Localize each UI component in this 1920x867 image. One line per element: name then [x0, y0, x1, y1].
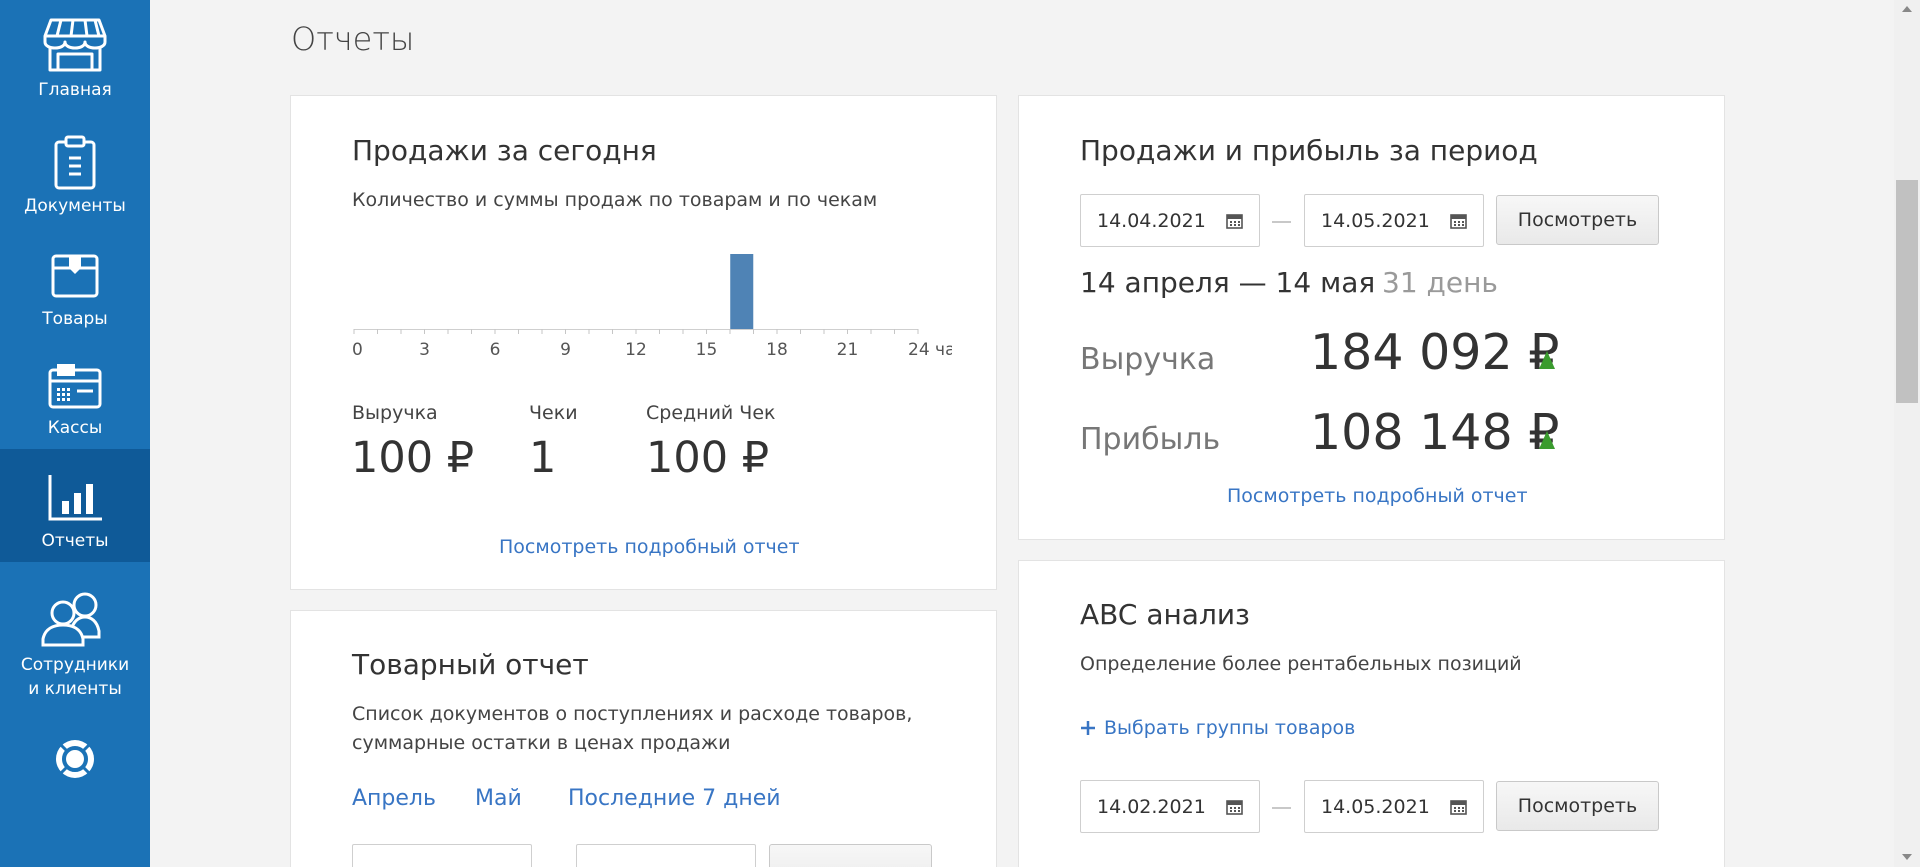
card-title: Товарный отчет	[352, 648, 589, 681]
product-date-to-input[interactable]	[576, 844, 756, 867]
metric-label-receipts: Чеки	[529, 402, 578, 424]
period-link-april[interactable]: Апрель	[352, 786, 436, 811]
chart-x-tick-label: 0	[352, 340, 363, 360]
abc-date-from-input[interactable]: 14.02.2021	[1080, 780, 1260, 833]
period-date-to-input[interactable]: 14.05.2021	[1304, 194, 1484, 247]
revenue-value: 184 092 ₽	[1310, 324, 1560, 381]
metric-value-receipts: 1	[529, 433, 557, 483]
calendar-icon[interactable]	[1226, 798, 1243, 815]
metric-label-revenue: Выручка	[352, 402, 438, 424]
sales-today-details-link[interactable]: Посмотреть подробный отчет	[499, 536, 800, 558]
sidebar-item-reports[interactable]: Отчеты	[0, 449, 150, 562]
vertical-scrollbar[interactable]	[1894, 0, 1920, 867]
sidebar-item-documents[interactable]: Документы	[0, 110, 150, 223]
metric-label-average-receipt: Средний Чек	[646, 402, 776, 424]
revenue-label: Выручка	[1080, 342, 1216, 377]
date-value: 14.02.2021	[1097, 795, 1206, 818]
period-link-may[interactable]: Май	[475, 786, 522, 811]
page-title: Отчеты	[291, 20, 415, 58]
sidebar-item-cash-registers[interactable]: Кассы	[0, 336, 150, 449]
scroll-up-arrow-icon[interactable]	[1900, 4, 1914, 14]
date-range-separator	[1272, 807, 1291, 809]
clipboard-icon	[54, 135, 96, 190]
metric-value-average-receipt: 100 ₽	[646, 433, 770, 483]
help-button[interactable]	[0, 738, 150, 788]
sidebar-item-home[interactable]: Главная	[0, 0, 150, 110]
chart-x-tick-label: 3	[419, 340, 430, 360]
chart-bar	[730, 254, 754, 329]
abc-view-button[interactable]: Посмотреть	[1496, 781, 1659, 831]
sidebar-item-employees-clients[interactable]: Сотрудники и клиенты	[0, 585, 150, 715]
scrollbar-thumb[interactable]	[1896, 180, 1918, 403]
select-product-groups-link[interactable]: Выбрать группы товаров	[1080, 717, 1355, 739]
sidebar-item-label: Главная	[38, 80, 112, 100]
card-description-line-1: Список документов о поступлениях и расхо…	[352, 703, 913, 725]
calendar-icon[interactable]	[1450, 212, 1467, 229]
sidebar-item-products[interactable]: Товары	[0, 223, 150, 336]
period-link-last-7-days[interactable]: Последние 7 дней	[568, 786, 781, 811]
profit-value: 108 148 ₽	[1310, 404, 1560, 461]
calendar-icon[interactable]	[1226, 212, 1243, 229]
plus-icon	[1081, 721, 1095, 735]
box-icon	[51, 254, 99, 298]
sidebar-item-label: Товары	[42, 309, 108, 329]
chart-x-tick-label: 18	[766, 340, 788, 360]
select-product-groups-label: Выбрать группы товаров	[1104, 717, 1356, 739]
card-description: Определение более рентабельных позиций	[1080, 653, 1522, 675]
trend-up-icon	[1539, 431, 1555, 449]
date-range-separator	[1272, 221, 1291, 223]
period-view-button[interactable]: Посмотреть	[1496, 195, 1659, 245]
product-date-from-input[interactable]	[352, 844, 532, 867]
trend-up-icon	[1539, 351, 1555, 369]
abc-analysis-card: ABC анализ Определение более рентабельны…	[1018, 560, 1725, 867]
date-value: 14.05.2021	[1321, 795, 1430, 818]
card-title: Продажи и прибыль за период	[1080, 134, 1538, 167]
chart-x-tick-label: 6	[490, 340, 501, 360]
card-description-line-2: суммарные остатки в ценах продажи	[352, 732, 731, 754]
date-value: 14.04.2021	[1097, 209, 1206, 232]
cash-register-icon	[48, 364, 102, 409]
metric-value-revenue: 100 ₽	[351, 433, 475, 483]
help-icon	[56, 740, 94, 778]
card-description: Количество и суммы продаж по товарам и п…	[352, 189, 878, 211]
chart-x-tick-label: 12	[625, 340, 647, 360]
period-days-count: 31 день	[1382, 266, 1498, 299]
calendar-icon[interactable]	[1450, 798, 1467, 815]
sidebar-item-label: Кассы	[47, 418, 103, 438]
product-report-card: Товарный отчет Список документов о посту…	[290, 610, 997, 867]
scroll-down-arrow-icon[interactable]	[1900, 852, 1914, 862]
sidebar-item-label: Документы	[24, 196, 126, 216]
bar-chart-icon	[48, 475, 102, 521]
store-icon	[43, 18, 107, 72]
date-value: 14.05.2021	[1321, 209, 1430, 232]
sidebar: Главная Документы Товары Кассы Отчеты Со…	[0, 0, 150, 867]
period-date-from-input[interactable]: 14.04.2021	[1080, 194, 1260, 247]
card-title: ABC анализ	[1080, 598, 1250, 631]
sidebar-item-label: Сотрудники и клиенты	[20, 655, 130, 699]
period-report-card: Продажи и прибыль за период 14.04.2021 1…	[1018, 95, 1725, 540]
period-details-link[interactable]: Посмотреть подробный отчет	[1227, 485, 1528, 507]
period-range-text: 14 апреля — 14 мая	[1080, 266, 1376, 299]
abc-date-to-input[interactable]: 14.05.2021	[1304, 780, 1484, 833]
chart-x-tick-label: 9	[560, 340, 571, 360]
chart-x-tick-label: 21	[837, 340, 859, 360]
profit-label: Прибыль	[1080, 422, 1221, 457]
product-view-button[interactable]	[769, 844, 932, 867]
chart-x-tick-label: 24 часа	[908, 340, 952, 360]
sidebar-item-label: Отчеты	[41, 531, 109, 551]
chart-x-tick-label: 15	[696, 340, 718, 360]
people-icon	[41, 592, 101, 647]
card-title: Продажи за сегодня	[352, 134, 657, 167]
sales-today-card: Продажи за сегодня Количество и суммы пр…	[290, 95, 997, 590]
sales-by-hour-chart: 0 3 6 9 12 15 18 21 24 часа	[352, 254, 952, 360]
